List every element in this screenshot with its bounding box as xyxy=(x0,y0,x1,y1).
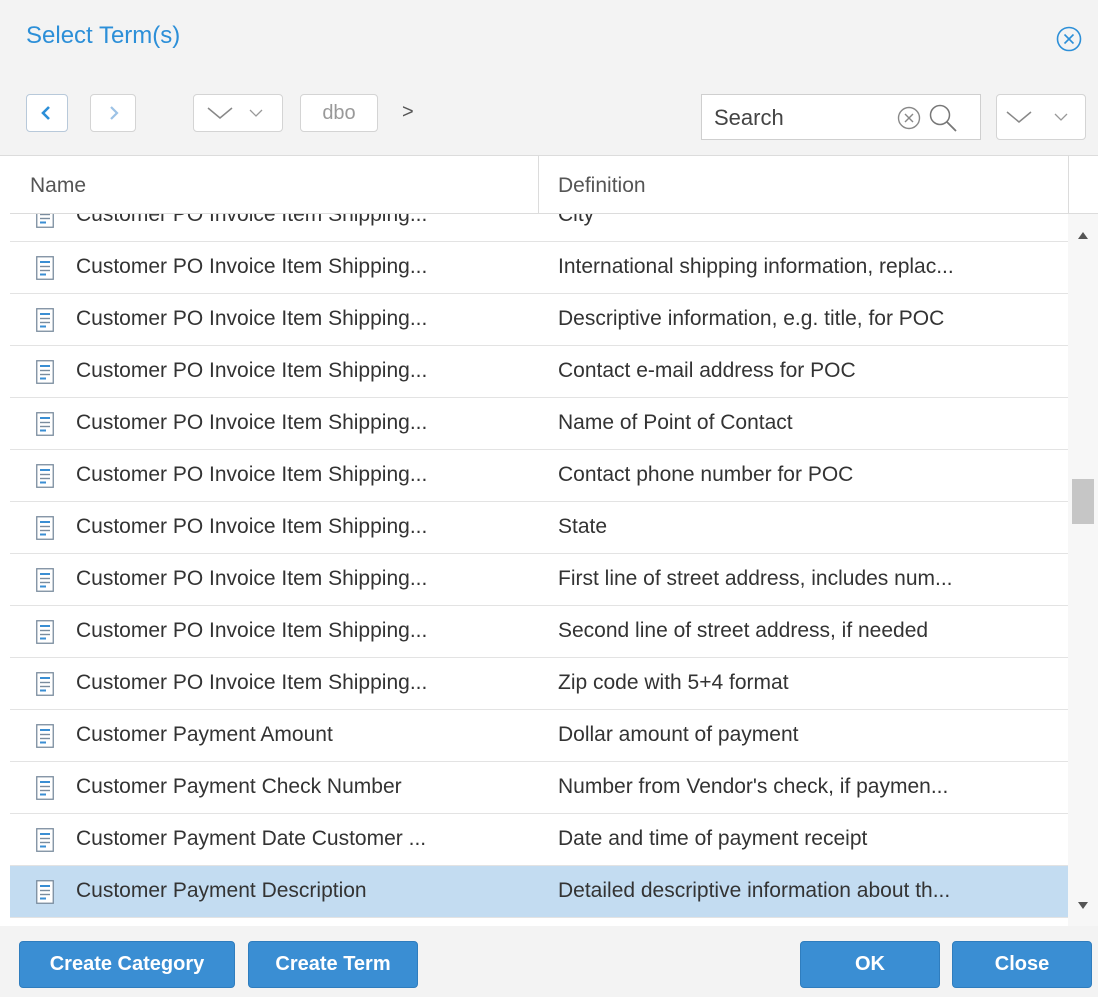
term-definition-cell: Descriptive information, e.g. title, for… xyxy=(558,307,945,330)
table-row[interactable]: Customer Payment Check Number Number from… xyxy=(10,762,1068,814)
search-input[interactable] xyxy=(714,103,889,133)
scrollbar-thumb[interactable] xyxy=(1072,479,1094,524)
term-document-icon xyxy=(36,880,54,904)
create-term-button[interactable]: Create Term xyxy=(248,941,418,988)
dialog-titlebar: Select Term(s) xyxy=(0,0,1098,76)
chevron-down-icon xyxy=(1006,111,1068,123)
search-icon[interactable] xyxy=(928,103,958,133)
term-definition-cell: City xyxy=(558,214,595,226)
term-definition-cell: Name of Point of Contact xyxy=(558,411,793,434)
term-definition-cell: Contact phone number for POC xyxy=(558,463,854,486)
table-row[interactable]: Customer PO Invoice Item Shipping... Zip … xyxy=(10,658,1068,710)
term-document-icon xyxy=(36,724,54,748)
table-row[interactable]: Customer PO Invoice Item Shipping... Stat… xyxy=(10,502,1068,554)
term-definition-cell: State xyxy=(558,515,608,538)
term-definition-cell: International shipping information, repl… xyxy=(558,255,954,278)
term-name-cell: Customer PO Invoice Item Shipping... xyxy=(76,671,428,694)
term-document-icon xyxy=(36,308,54,332)
ok-button[interactable]: OK xyxy=(800,941,940,988)
term-definition-cell: Number from Vendor's check, if paymen... xyxy=(558,775,949,798)
term-name-cell: Customer PO Invoice Item Shipping... xyxy=(76,515,428,538)
select-terms-dialog: Select Term(s) dbo > Search Name Definit… xyxy=(0,0,1098,997)
scroll-down-arrow-icon[interactable] xyxy=(1078,902,1088,909)
term-name-cell: Customer PO Invoice Item Shipping... xyxy=(76,411,428,434)
chevron-down-icon xyxy=(207,107,263,119)
column-divider[interactable] xyxy=(538,156,539,214)
term-name-cell: Customer Payment Description xyxy=(76,879,367,902)
forward-button[interactable] xyxy=(90,94,136,132)
create-category-button[interactable]: Create Category xyxy=(19,941,235,988)
chevron-left-icon xyxy=(41,106,50,120)
table-row[interactable]: Customer PO Invoice Item Shipping... Name… xyxy=(10,398,1068,450)
term-name-cell: Customer Payment Amount xyxy=(76,723,333,746)
close-button[interactable]: Close xyxy=(952,941,1092,988)
term-document-icon xyxy=(36,464,54,488)
term-name-cell: Customer PO Invoice Item Shipping... xyxy=(76,359,428,382)
table-row[interactable]: Customer Payment Description Detailed des… xyxy=(10,866,1068,918)
breadcrumb-dbo[interactable]: dbo xyxy=(300,94,378,132)
term-document-icon xyxy=(36,828,54,852)
scroll-up-arrow-icon[interactable] xyxy=(1078,232,1088,239)
clear-search-icon[interactable] xyxy=(897,106,921,130)
term-document-icon xyxy=(36,214,54,228)
table-row[interactable]: Customer PO Invoice Item Shipping... Seco… xyxy=(10,606,1068,658)
column-header-name[interactable]: Name xyxy=(30,174,86,198)
dialog-toolbar: dbo > xyxy=(0,76,1098,156)
term-name-cell: Customer PO Invoice Item Shipping... xyxy=(76,307,428,330)
term-definition-cell: Date and time of payment receipt xyxy=(558,827,868,850)
table-row[interactable]: Customer PO Invoice Item Shipping... Inte… xyxy=(10,242,1068,294)
term-definition-cell: Zip code with 5+4 format xyxy=(558,671,789,694)
column-header-definition[interactable]: Definition xyxy=(558,174,646,198)
term-document-icon xyxy=(36,256,54,280)
options-dropdown[interactable] xyxy=(996,94,1086,140)
term-name-cell: Customer Payment Check Number xyxy=(76,775,402,798)
term-name-cell: Customer Payment Date Customer ... xyxy=(76,827,427,850)
terms-table-body: Customer PO Invoice Item Shipping... City… xyxy=(10,214,1068,926)
term-document-icon xyxy=(36,516,54,540)
close-circle-icon[interactable] xyxy=(1056,26,1082,52)
table-row[interactable]: Customer PO Invoice Item Shipping... Firs… xyxy=(10,554,1068,606)
table-row[interactable]: Customer PO Invoice Item Shipping... Cont… xyxy=(10,346,1068,398)
term-definition-cell: Dollar amount of payment xyxy=(558,723,799,746)
table-row[interactable]: Customer PO Invoice Item Shipping... Cont… xyxy=(10,450,1068,502)
breadcrumb-separator: > xyxy=(402,101,414,123)
table-row[interactable]: Customer Payment Date Customer ... Date a… xyxy=(10,814,1068,866)
term-name-cell: Customer PO Invoice Item Shipping... xyxy=(76,214,428,226)
chevron-right-icon xyxy=(110,106,119,120)
back-button[interactable] xyxy=(26,94,68,132)
level-dropdown[interactable] xyxy=(193,94,283,132)
search-box xyxy=(701,94,981,140)
dialog-title: Select Term(s) xyxy=(26,22,181,49)
term-document-icon xyxy=(36,568,54,592)
table-header: Name Definition xyxy=(10,156,1098,214)
term-document-icon xyxy=(36,412,54,436)
term-name-cell: Customer PO Invoice Item Shipping... xyxy=(76,463,428,486)
term-name-cell: Customer PO Invoice Item Shipping... xyxy=(76,567,428,590)
term-definition-cell: Contact e-mail address for POC xyxy=(558,359,856,382)
term-definition-cell: Second line of street address, if needed xyxy=(558,619,929,642)
table-row[interactable]: Customer PO Invoice Item Shipping... Desc… xyxy=(10,294,1068,346)
dialog-footer: Create Category Create Term OK Close xyxy=(0,926,1098,997)
column-divider[interactable] xyxy=(1068,156,1069,214)
term-name-cell: Customer PO Invoice Item Shipping... xyxy=(76,255,428,278)
table-row[interactable]: Customer Payment Amount Dollar amount of … xyxy=(10,710,1068,762)
term-definition-cell: Detailed descriptive information about t… xyxy=(558,879,951,902)
term-name-cell: Customer PO Invoice Item Shipping... xyxy=(76,619,428,642)
vertical-scrollbar[interactable] xyxy=(1068,214,1098,926)
term-document-icon xyxy=(36,620,54,644)
term-definition-cell: First line of street address, includes n… xyxy=(558,567,953,590)
term-document-icon xyxy=(36,776,54,800)
term-document-icon xyxy=(36,360,54,384)
table-row[interactable]: Customer PO Invoice Item Shipping... City xyxy=(10,214,1068,242)
term-document-icon xyxy=(36,672,54,696)
